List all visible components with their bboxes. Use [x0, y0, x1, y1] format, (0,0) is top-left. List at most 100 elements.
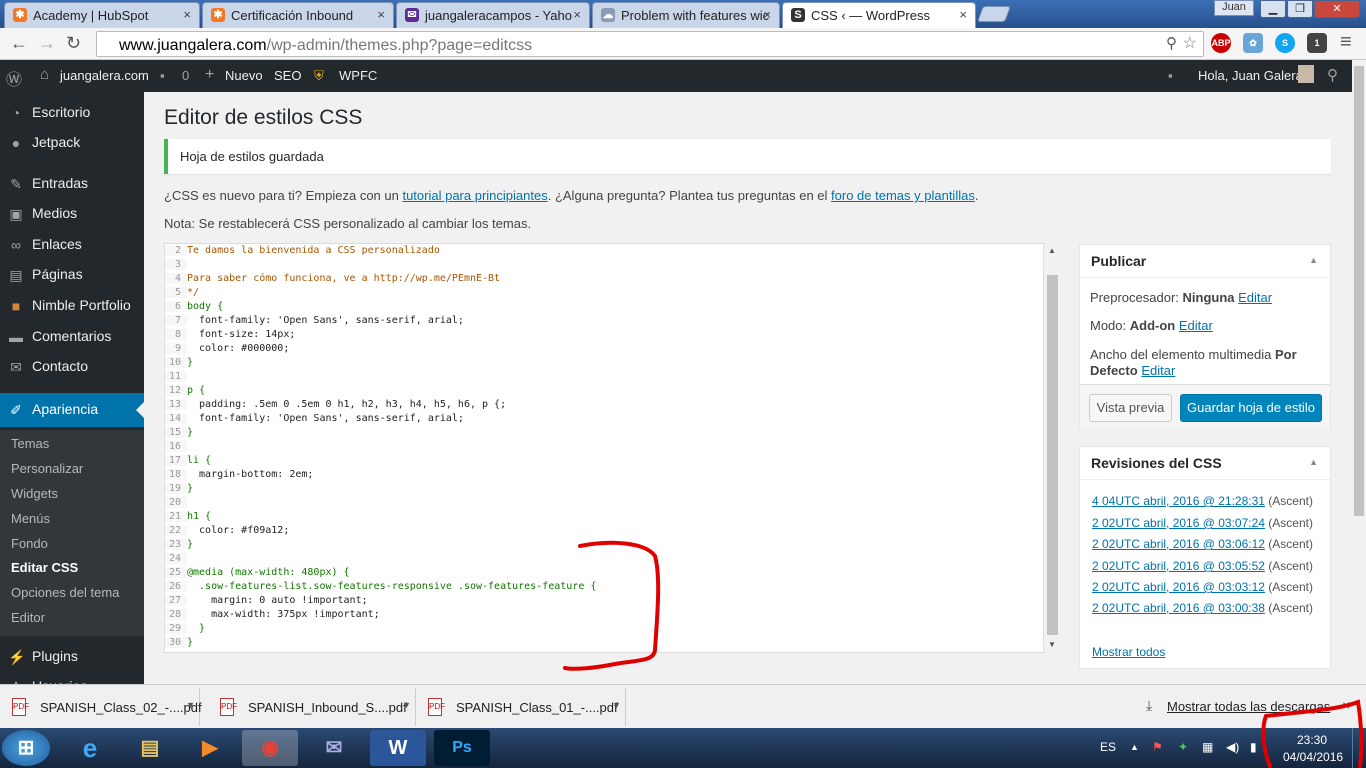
sidebar-item-medios[interactable]: ▣ Medios	[0, 199, 144, 229]
avatar[interactable]	[1298, 65, 1314, 83]
download-item[interactable]: PDF SPANISH_Class_01_-....pdf ▼	[416, 688, 626, 726]
scroll-up-icon[interactable]: ▲	[1048, 246, 1056, 255]
submenu-temas[interactable]: Temas	[11, 436, 49, 451]
revisions-box-header[interactable]: Revisiones del CSS ▲	[1080, 447, 1330, 480]
thunderbird-icon[interactable]: ✉	[306, 730, 362, 766]
submenu-personalizar[interactable]: Personalizar	[11, 461, 83, 476]
new-tab-button[interactable]	[977, 6, 1011, 22]
wordpress-logo-icon[interactable]: Ⓦ	[6, 66, 22, 90]
close-tab-icon[interactable]: ×	[183, 7, 191, 22]
submenu-editar-css[interactable]: Editar CSS	[11, 560, 78, 575]
volume-icon[interactable]: ◀)	[1226, 740, 1239, 754]
search-icon[interactable]: ⚲	[1166, 34, 1177, 52]
chevron-down-icon[interactable]: ▼	[402, 700, 411, 710]
file-explorer-icon[interactable]: ▤	[122, 730, 178, 766]
tutorial-link[interactable]: tutorial para principiantes	[402, 188, 547, 203]
preview-button[interactable]: Vista previa	[1089, 394, 1172, 422]
site-name-link[interactable]: juangalera.com	[60, 68, 149, 83]
adblock-icon[interactable]: ABP	[1211, 33, 1231, 53]
show-all-revisions-link[interactable]: Mostrar todos	[1092, 645, 1165, 659]
scroll-down-icon[interactable]: ▼	[1048, 640, 1056, 649]
sidebar-item-plugins[interactable]: ⚡ Plugins	[0, 642, 144, 672]
revision-link[interactable]: 2 02UTC abril, 2016 @ 03:03:12	[1092, 580, 1265, 594]
page-scroll-thumb[interactable]	[1354, 66, 1364, 516]
comment-icon[interactable]: ▪	[160, 68, 165, 83]
internet-explorer-icon[interactable]: e	[62, 730, 118, 766]
chevron-down-icon[interactable]: ▼	[186, 700, 195, 710]
revision-link[interactable]: 4 04UTC abril, 2016 @ 21:28:31	[1092, 494, 1265, 508]
sidebar-item-apariencia[interactable]: ✐ Apariencia	[0, 393, 144, 427]
tray-expand-icon[interactable]: ▲	[1130, 742, 1139, 752]
sidebar-item-entradas[interactable]: ✎ Entradas	[0, 169, 144, 199]
url-input[interactable]: www.juangalera.com/wp-admin/themes.php?p…	[96, 31, 1204, 57]
submenu-editor[interactable]: Editor	[11, 610, 45, 625]
submenu-menus[interactable]: Menús	[11, 511, 50, 526]
menu-icon[interactable]: ≡	[1340, 31, 1352, 54]
chrome-icon[interactable]: ◉	[242, 730, 298, 766]
sidebar-item-escritorio[interactable]: ◔ Escritorio	[0, 98, 144, 128]
forward-icon[interactable]: →	[38, 33, 56, 54]
word-icon[interactable]: W	[370, 730, 426, 766]
network-icon[interactable]: ▦	[1202, 740, 1213, 754]
collapse-icon[interactable]: ▲	[1309, 457, 1318, 467]
download-item[interactable]: PDF SPANISH_Class_02_-....pdf ▼	[0, 688, 202, 726]
publish-box-header[interactable]: Publicar ▲	[1080, 245, 1330, 278]
revision-link[interactable]: 2 02UTC abril, 2016 @ 03:06:12	[1092, 537, 1265, 551]
skype-icon[interactable]: S	[1275, 33, 1295, 53]
photoshop-icon[interactable]: Ps	[434, 730, 490, 766]
start-button[interactable]: ⊞	[2, 730, 50, 766]
extension-icon[interactable]: ✿	[1243, 33, 1263, 53]
editor-scrollbar[interactable]: ▲ ▼	[1046, 243, 1059, 653]
maximize-button[interactable]: ❐	[1287, 0, 1313, 18]
close-window-button[interactable]: ✕	[1314, 0, 1360, 18]
notification-bubble-icon[interactable]: ▪	[1168, 68, 1173, 83]
tab-wordpress-css[interactable]: S CSS ‹ — WordPress ×	[782, 2, 976, 28]
battery-icon[interactable]: ▮	[1250, 740, 1257, 754]
sidebar-item-nimble-portfolio[interactable]: ■ Nimble Portfolio	[0, 291, 144, 321]
revision-link[interactable]: 2 02UTC abril, 2016 @ 03:00:38	[1092, 601, 1265, 615]
edit-media-width-link[interactable]: Editar	[1141, 363, 1175, 378]
edit-preprocessor-link[interactable]: Editar	[1238, 290, 1272, 305]
search-icon[interactable]: ⚲	[1327, 66, 1338, 84]
submenu-opciones-tema[interactable]: Opciones del tema	[11, 585, 119, 600]
reload-icon[interactable]: ↻	[66, 33, 81, 54]
minimize-button[interactable]: ▁	[1260, 0, 1286, 18]
editor-scroll-thumb[interactable]	[1047, 275, 1058, 635]
edit-mode-link[interactable]: Editar	[1179, 318, 1213, 333]
star-icon[interactable]: ☆	[1183, 33, 1197, 53]
greeting-link[interactable]: Hola, Juan Galera	[1198, 68, 1303, 83]
window-user-badge[interactable]: Juan	[1214, 0, 1254, 16]
dropbox-icon[interactable]: ✦	[1178, 740, 1188, 754]
tab-problem[interactable]: ☁ Problem with features wic ×	[592, 2, 780, 28]
close-tab-icon[interactable]: ×	[377, 7, 385, 22]
download-item[interactable]: PDF SPANISH_Inbound_S....pdf ▼	[208, 688, 416, 726]
submenu-fondo[interactable]: Fondo	[11, 536, 48, 551]
revision-link[interactable]: 2 02UTC abril, 2016 @ 03:05:52	[1092, 559, 1265, 573]
seo-link[interactable]: SEO	[274, 68, 301, 83]
sidebar-item-jetpack[interactable]: ● Jetpack	[0, 128, 144, 158]
sidebar-item-enlaces[interactable]: ∞ Enlaces	[0, 230, 144, 260]
close-tab-icon[interactable]: ×	[763, 7, 771, 22]
back-icon[interactable]: ←	[10, 33, 28, 54]
tab-hubspot-academy[interactable]: ✱ Academy | HubSpot ×	[4, 2, 200, 28]
submenu-widgets[interactable]: Widgets	[11, 486, 58, 501]
wpfc-link[interactable]: WPFC	[339, 68, 377, 83]
close-tab-icon[interactable]: ×	[573, 7, 581, 22]
revision-link[interactable]: 2 02UTC abril, 2016 @ 03:07:24	[1092, 516, 1265, 530]
sidebar-item-comentarios[interactable]: ▬ Comentarios	[0, 322, 144, 352]
forum-link[interactable]: foro de temas y plantillas	[831, 188, 975, 203]
language-indicator[interactable]: ES	[1100, 740, 1116, 754]
page-scrollbar[interactable]	[1352, 60, 1366, 684]
chevron-down-icon[interactable]: ▼	[612, 700, 621, 710]
notification-icon[interactable]: 1	[1307, 33, 1327, 53]
save-stylesheet-button[interactable]: Guardar hoja de estilo	[1180, 394, 1322, 422]
tab-yahoo[interactable]: ✉ juangaleracampos - Yaho ×	[396, 2, 590, 28]
collapse-icon[interactable]: ▲	[1309, 255, 1318, 265]
tab-certificacion[interactable]: ✱ Certificación Inbound ×	[202, 2, 394, 28]
close-tab-icon[interactable]: ×	[959, 7, 967, 22]
media-player-icon[interactable]: ▶	[182, 730, 238, 766]
sidebar-item-contacto[interactable]: ✉ Contacto	[0, 352, 144, 382]
new-content-link[interactable]: Nuevo	[225, 68, 263, 83]
sidebar-item-paginas[interactable]: ▤ Páginas	[0, 260, 144, 290]
action-center-icon[interactable]: ⚑	[1152, 740, 1163, 754]
